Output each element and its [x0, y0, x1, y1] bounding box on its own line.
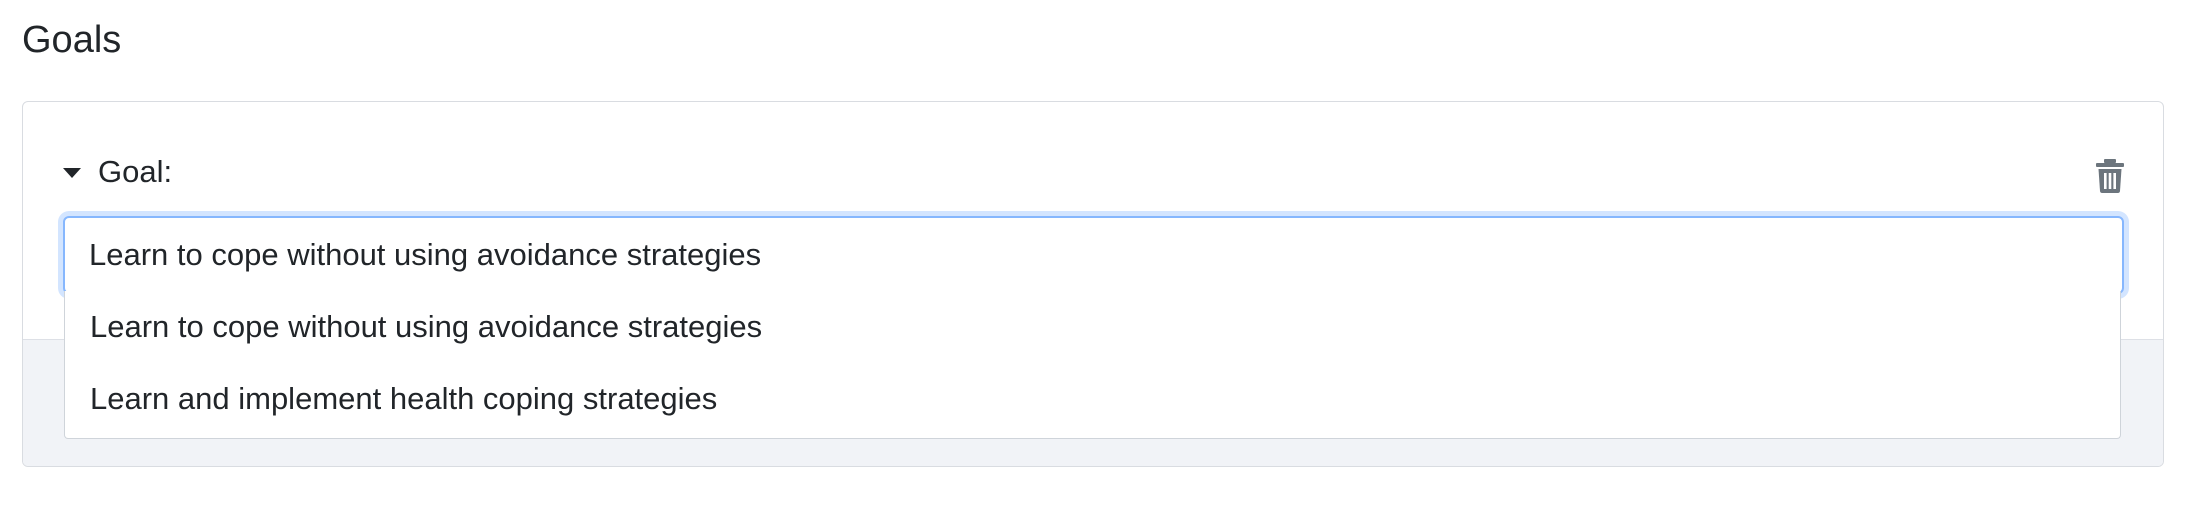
suggestion-dropdown: Learn to cope without using avoidance st…: [64, 291, 2121, 439]
goal-label: Goal:: [98, 154, 173, 189]
suggestion-item[interactable]: Learn and implement health coping strate…: [65, 363, 2120, 435]
delete-goal-button[interactable]: [2095, 158, 2125, 194]
goal-input[interactable]: [89, 237, 2122, 273]
suggestion-item[interactable]: Learn to cope without using avoidance st…: [65, 291, 2120, 363]
trash-icon[interactable]: [2095, 158, 2125, 194]
caret-down-icon[interactable]: [63, 168, 81, 178]
goal-input-wrapper: [63, 216, 2124, 294]
goal-toggle[interactable]: Goal:: [63, 154, 172, 190]
page-title: Goals: [22, 19, 122, 61]
